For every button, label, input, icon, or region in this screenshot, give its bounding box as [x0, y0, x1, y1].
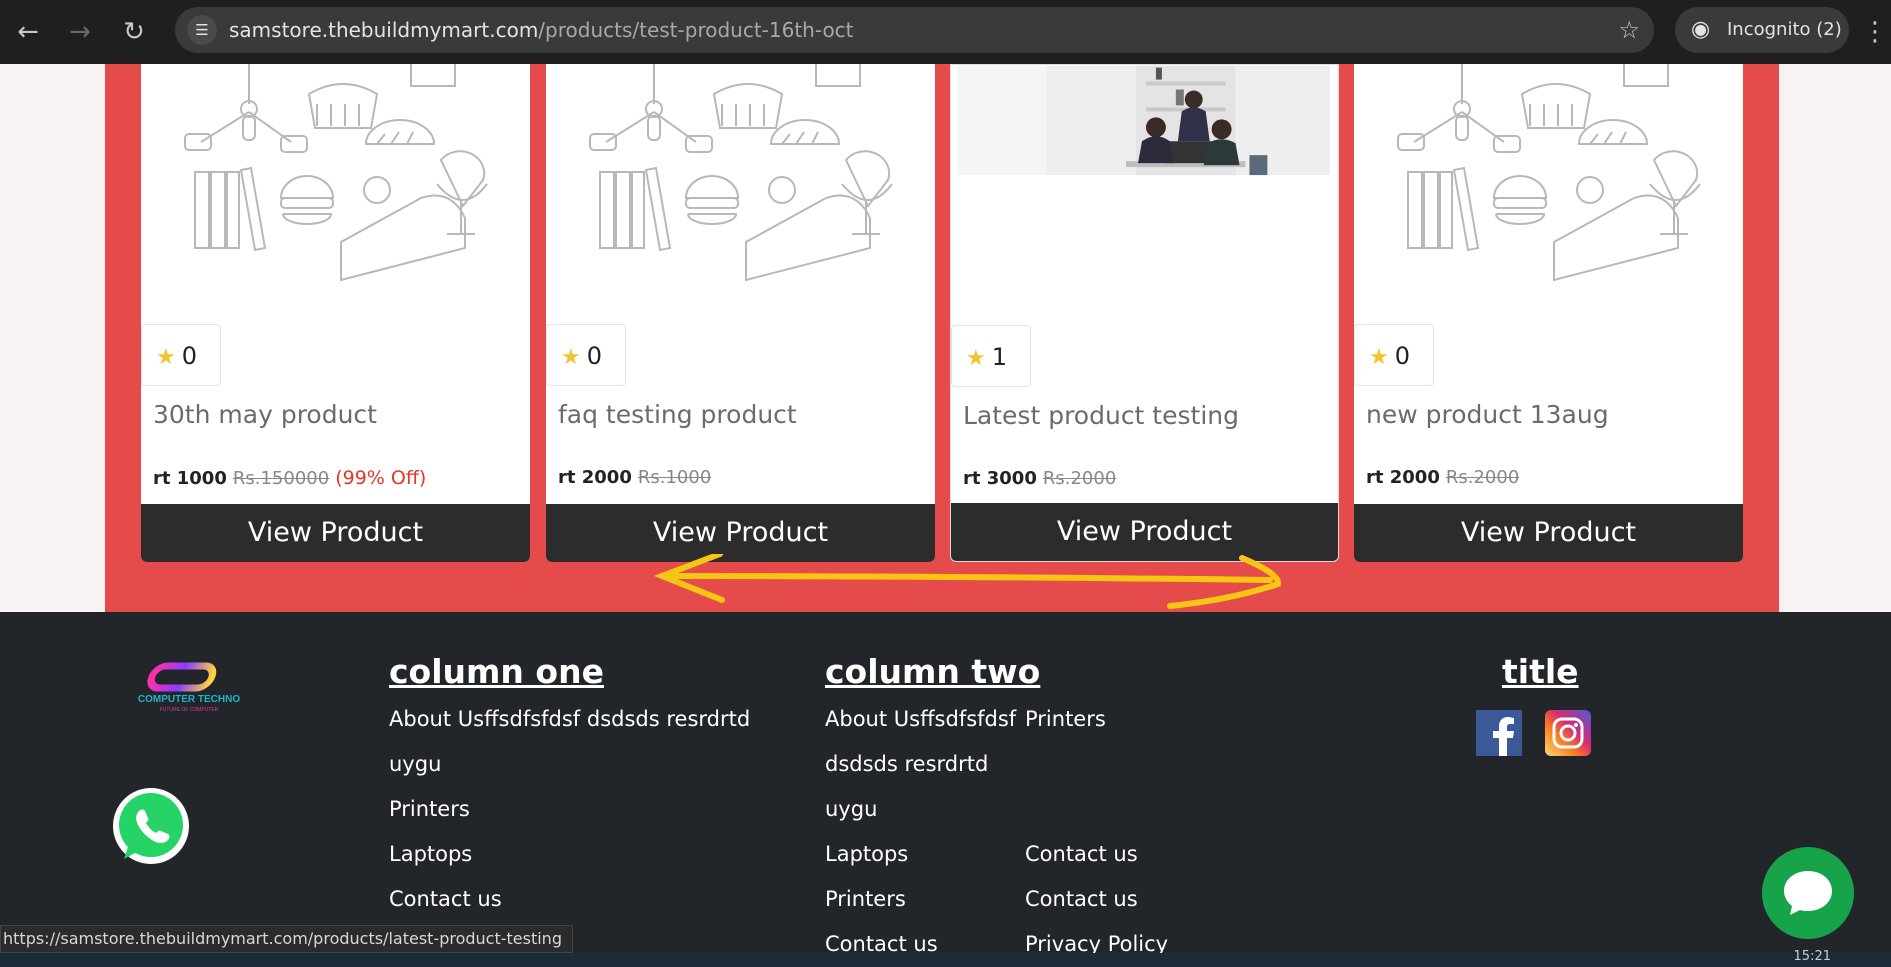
price-row: rt 1000 Rs.150000 (99% Off)	[153, 467, 426, 489]
chat-bubble-icon	[1784, 871, 1832, 915]
price-row: rt 2000 Rs.2000	[1366, 467, 1519, 488]
brand-logo[interactable]: COMPUTER TECHNO FUTURE OF COMPUTER	[116, 660, 262, 716]
original-price: Rs.1000	[637, 467, 712, 488]
rating-badge: ★ 1	[951, 325, 1031, 387]
rating-badge: ★ 0	[141, 324, 221, 386]
related-products-section: ★ 0 30th may product rt 1000 Rs.150000 (99%…	[105, 64, 1779, 612]
product-price: rt 2000	[558, 467, 632, 488]
product-title[interactable]: faq testing product	[558, 400, 797, 429]
original-price: Rs.150000	[232, 468, 330, 489]
star-icon: ★	[156, 345, 176, 370]
incognito-label: Incognito (2)	[1727, 19, 1842, 40]
url-text[interactable]: samstore.thebuildmymart.com/products/tes…	[229, 7, 854, 53]
footer-link[interactable]: About Usffsdfsfdsf dsdsds resrdrtd	[389, 707, 750, 731]
footer-social-title: title	[1502, 652, 1579, 691]
browser-menu-icon[interactable]: ⋮	[1862, 12, 1888, 52]
price-row: rt 3000 Rs.2000	[963, 468, 1116, 489]
incognito-icon: ◉	[1691, 17, 1711, 42]
footer-link[interactable]: Laptops	[825, 842, 908, 866]
facebook-icon[interactable]	[1476, 710, 1522, 756]
product-title[interactable]: Latest product testing	[963, 401, 1239, 430]
star-icon: ★	[1369, 345, 1389, 370]
footer-link[interactable]: Printers	[1025, 707, 1106, 731]
product-title[interactable]: 30th may product	[153, 400, 377, 429]
star-icon: ★	[561, 345, 581, 370]
footer-link[interactable]: uygu	[389, 752, 441, 776]
product-card[interactable]: ★ 1 Latest product testing rt 3000 Rs.2000…	[950, 64, 1339, 562]
product-title[interactable]: new product 13aug	[1366, 400, 1609, 429]
product-card[interactable]: ★ 0 30th may product rt 1000 Rs.150000 (99%…	[141, 64, 530, 562]
footer-link[interactable]: Contact us	[1025, 887, 1138, 911]
footer-column-two-title: column two	[825, 652, 1041, 691]
price-row: rt 2000 Rs.1000	[558, 467, 711, 488]
product-price: rt 3000	[963, 468, 1037, 489]
product-price: rt 1000	[153, 468, 227, 489]
product-card[interactable]: ★ 0 faq testing product rt 2000 Rs.1000 Vi…	[546, 64, 935, 562]
rating-badge: ★ 0	[1354, 324, 1434, 386]
view-product-button[interactable]: View Product	[951, 503, 1338, 561]
bookmark-star-icon[interactable]: ☆	[1618, 7, 1640, 53]
browser-toolbar: ← → ↻ ☰ samstore.thebuildmymart.com/prod…	[0, 0, 1891, 64]
footer-link[interactable]: Contact us	[1025, 842, 1138, 866]
footer-link[interactable]: Contact us	[389, 887, 502, 911]
footer-link[interactable]: dsdsds resrdrtd	[825, 752, 988, 776]
footer-link[interactable]: Printers	[389, 797, 470, 821]
original-price: Rs.2000	[1042, 468, 1117, 489]
footer-link[interactable]: About Usffsdfsfdsf	[825, 707, 1016, 731]
placeholder-doodle-image	[589, 64, 893, 282]
placeholder-doodle-image	[184, 64, 488, 282]
svg-text:COMPUTER TECHNO: COMPUTER TECHNO	[138, 694, 240, 705]
taskbar-clock: 15:21	[1793, 949, 1831, 964]
rating-badge: ★ 0	[546, 324, 626, 386]
view-product-button[interactable]: View Product	[1354, 504, 1743, 562]
instagram-icon[interactable]	[1545, 710, 1591, 756]
view-product-button[interactable]: View Product	[141, 504, 530, 562]
footer-link[interactable]: Laptops	[389, 842, 472, 866]
placeholder-doodle-image	[1397, 64, 1701, 282]
star-icon: ★	[966, 346, 986, 371]
site-footer: COMPUTER TECHNO FUTURE OF COMPUTER colum…	[0, 612, 1891, 967]
os-taskbar: 15:21	[0, 949, 1891, 967]
page-content: ★ 0 30th may product rt 1000 Rs.150000 (99%…	[0, 64, 1891, 967]
reload-icon[interactable]: ↻	[114, 12, 154, 52]
address-bar[interactable]: ☰ samstore.thebuildmymart.com/products/t…	[175, 7, 1654, 53]
footer-link[interactable]: Printers	[825, 887, 906, 911]
live-chat-button[interactable]	[1762, 847, 1854, 939]
forward-arrow-icon[interactable]: →	[60, 12, 100, 52]
product-card[interactable]: ★ 0 new product 13aug rt 2000 Rs.2000 View…	[1354, 64, 1743, 562]
footer-link[interactable]: uygu	[825, 797, 877, 821]
product-price: rt 2000	[1366, 467, 1440, 488]
svg-text:FUTURE OF COMPUTER: FUTURE OF COMPUTER	[160, 707, 219, 713]
back-arrow-icon[interactable]: ←	[8, 12, 48, 52]
footer-column-one-title: column one	[389, 652, 604, 691]
discount-label: (99% Off)	[335, 467, 427, 489]
whatsapp-icon[interactable]	[110, 785, 192, 867]
incognito-button[interactable]: ◉ Incognito (2)	[1675, 7, 1849, 53]
product-photo	[956, 65, 1331, 176]
link-preview-status-bar: https://samstore.thebuildmymart.com/prod…	[0, 925, 573, 953]
site-settings-icon[interactable]: ☰	[187, 15, 217, 45]
original-price: Rs.2000	[1445, 467, 1520, 488]
